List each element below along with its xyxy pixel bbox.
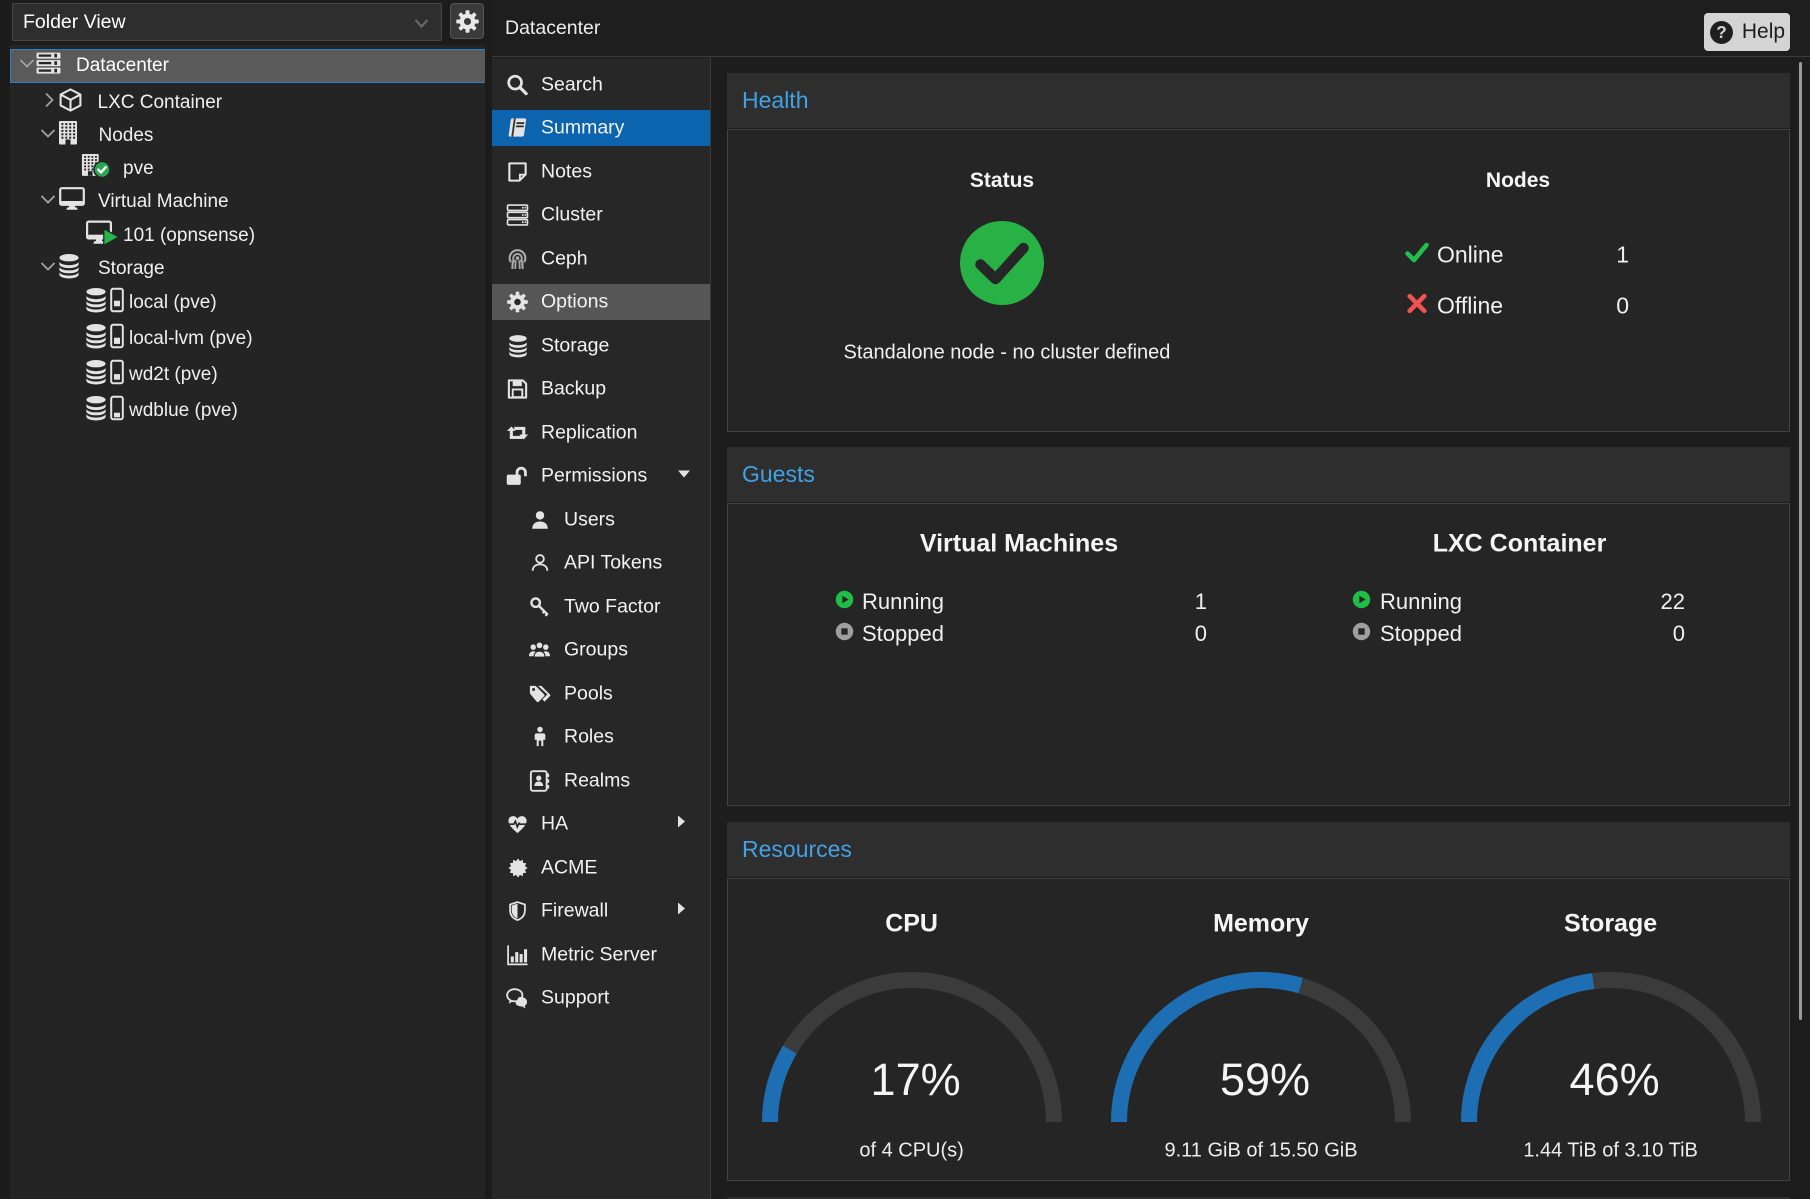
svg-text:?: ?	[1716, 22, 1727, 42]
